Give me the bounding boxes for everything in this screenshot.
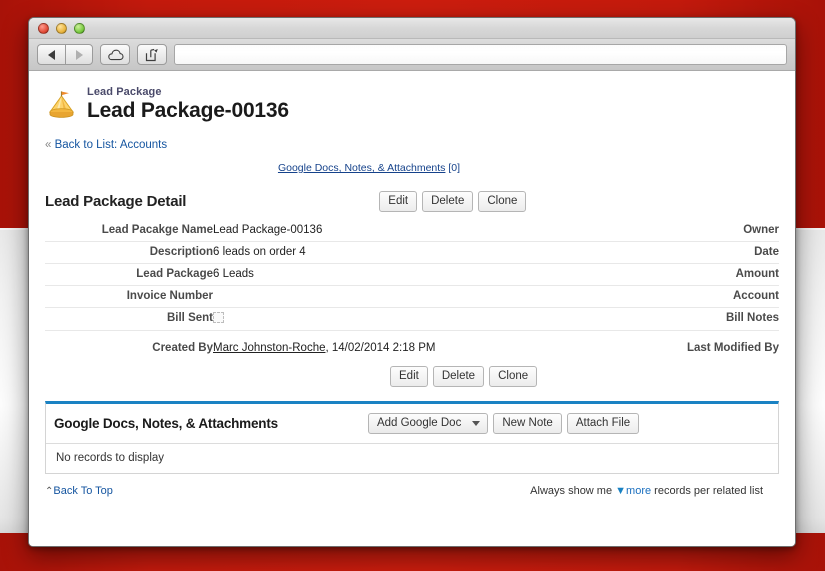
- created-by-timestamp: , 14/02/2014 2:18 PM: [325, 342, 436, 354]
- show-more-records-control: Always show me ▼more records per related…: [530, 485, 779, 497]
- bill-sent-checkbox: [213, 312, 224, 323]
- forward-arrow-icon: [75, 49, 83, 60]
- forward-button[interactable]: [65, 44, 93, 65]
- close-button[interactable]: [38, 23, 49, 34]
- record-titles: Lead Package Lead Package-00136: [87, 85, 289, 123]
- related-list-google-docs: Google Docs, Notes, & Attachments Add Go…: [45, 401, 779, 474]
- related-list-title: Google Docs, Notes, & Attachments: [54, 416, 278, 431]
- back-to-top-label: Back To Top: [53, 485, 113, 497]
- google-docs-anchor-count: [0]: [448, 162, 461, 174]
- share-icon: [145, 48, 158, 61]
- table-row: Lead Package 6 Leads Amount: [45, 264, 779, 286]
- delete-button-top[interactable]: Delete: [422, 191, 474, 212]
- field-label-date: Date: [754, 246, 779, 258]
- field-value-lead-package: 6 Leads: [213, 268, 254, 280]
- back-to-list[interactable]: « Back to List: Accounts: [45, 139, 779, 151]
- top-related-link: Google Docs, Notes, & Attachments [0]: [45, 162, 779, 174]
- field-label-account: Account: [733, 290, 779, 302]
- field-value-account: [463, 286, 529, 308]
- detail-section-footer: Edit Delete Clone: [45, 366, 779, 387]
- field-label-owner: Owner: [743, 224, 779, 236]
- related-list-header: Google Docs, Notes, & Attachments Add Go…: [46, 404, 778, 443]
- add-google-doc-dropdown[interactable]: Add Google Doc: [367, 413, 489, 434]
- icloud-icon: [107, 49, 124, 60]
- edit-button-bottom[interactable]: Edit: [390, 366, 428, 387]
- clone-button-bottom[interactable]: Clone: [489, 366, 538, 387]
- field-label-lead-package-name: Lead Pacakge Name: [101, 224, 213, 236]
- address-bar[interactable]: [174, 44, 787, 65]
- related-list-empty-message: No records to display: [46, 443, 778, 473]
- field-label-last-modified-by: Last Modified By: [686, 342, 779, 354]
- clone-button-top[interactable]: Clone: [478, 191, 527, 212]
- share-button[interactable]: [137, 44, 167, 65]
- field-value-date: [463, 242, 529, 264]
- window-titlebar: [29, 18, 795, 39]
- back-to-list-label[interactable]: Back to List:: [55, 139, 118, 151]
- add-google-doc-label: Add Google Doc: [376, 417, 462, 429]
- attach-file-button[interactable]: Attach File: [566, 413, 640, 434]
- table-row: Invoice Number Account: [45, 286, 779, 308]
- field-value-last-modified-by: [463, 331, 529, 362]
- field-value-owner: [463, 220, 529, 242]
- icloud-tabs-button[interactable]: [100, 44, 130, 65]
- back-to-list-target[interactable]: Accounts: [120, 139, 167, 151]
- show-more-link[interactable]: more: [626, 485, 651, 497]
- edit-button-top[interactable]: Edit: [379, 191, 418, 212]
- field-label-lead-package: Lead Package: [136, 268, 213, 280]
- desktop-background: Lead Package Lead Package-00136 « Back t…: [0, 0, 825, 571]
- back-button[interactable]: [37, 44, 65, 65]
- field-label-bill-sent: Bill Sent: [166, 312, 213, 324]
- field-label-description: Description: [149, 246, 213, 258]
- record-kind-label: Lead Package: [87, 86, 162, 98]
- detail-field-table: Lead Pacakge Name Lead Package-00136 Own…: [45, 220, 779, 361]
- field-value-created-by: Marc Johnston-Roche, 14/02/2014 2:18 PM: [213, 331, 463, 362]
- new-note-button[interactable]: New Note: [493, 413, 562, 434]
- page-title: Lead Package-00136: [87, 99, 289, 122]
- back-to-top-link[interactable]: ⌃Back To Top: [45, 485, 113, 497]
- field-label-invoice-number: Invoice Number: [126, 290, 213, 302]
- detail-action-buttons-bottom: Edit Delete Clone: [390, 366, 538, 387]
- nav-button-group: [37, 44, 93, 65]
- minimize-button[interactable]: [56, 23, 67, 34]
- detail-section-title: Lead Package Detail: [45, 193, 187, 210]
- browser-window: Lead Package Lead Package-00136 « Back t…: [28, 17, 796, 547]
- related-list-buttons: Add Google Doc New Note Attach File: [367, 413, 640, 434]
- page-footer: ⌃Back To Top Always show me ▼more record…: [45, 485, 779, 497]
- field-value-bill-sent: [213, 308, 463, 331]
- delete-button-bottom[interactable]: Delete: [432, 366, 485, 387]
- field-label-created-by: Created By: [152, 342, 213, 354]
- created-by-user-link[interactable]: Marc Johnston-Roche: [213, 342, 326, 354]
- field-value-amount: [463, 264, 529, 286]
- page-content: Lead Package Lead Package-00136 « Back t…: [29, 71, 795, 546]
- detail-section-header: Lead Package Detail Edit Delete Clone: [45, 191, 779, 212]
- field-label-amount: Amount: [735, 268, 779, 280]
- browser-toolbar: [29, 39, 795, 71]
- detail-action-buttons-top: Edit Delete Clone: [379, 191, 527, 212]
- table-row: Lead Pacakge Name Lead Package-00136 Own…: [45, 220, 779, 242]
- field-value-invoice-number: [213, 286, 463, 308]
- show-more-prefix: Always show me: [530, 485, 613, 497]
- google-docs-anchor-link[interactable]: Google Docs, Notes, & Attachments: [278, 162, 446, 174]
- lead-package-tent-icon: [45, 88, 78, 121]
- table-row: Created By Marc Johnston-Roche, 14/02/20…: [45, 331, 779, 362]
- back-arrow-icon: [48, 49, 55, 60]
- back-chevron-icon: «: [45, 139, 52, 151]
- table-row: Bill Sent Bill Notes: [45, 308, 779, 331]
- field-value-bill-notes: [463, 308, 529, 331]
- triangle-down-icon: ▼: [615, 485, 627, 497]
- field-value-lead-package-name: Lead Package-00136: [213, 224, 323, 236]
- show-more-suffix: records per related list: [654, 485, 763, 497]
- table-row: Description 6 leads on order 4 Date: [45, 242, 779, 264]
- field-value-description: 6 leads on order 4: [213, 246, 306, 258]
- chevron-down-icon: [472, 420, 481, 426]
- record-header: Lead Package Lead Package-00136: [45, 85, 779, 123]
- zoom-button[interactable]: [74, 23, 85, 34]
- field-label-bill-notes: Bill Notes: [725, 312, 779, 324]
- window-controls: [38, 23, 85, 34]
